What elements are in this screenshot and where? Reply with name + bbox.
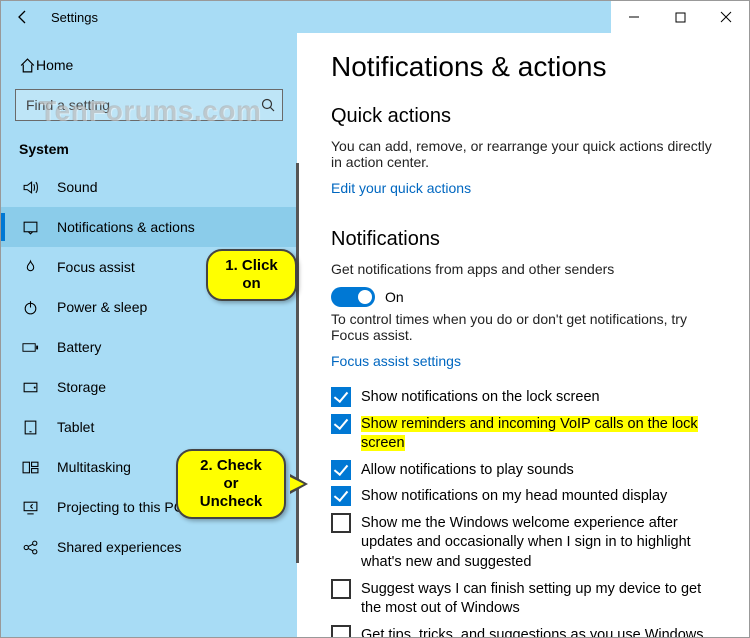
- sound-icon: [19, 179, 41, 196]
- checkbox-row: Show reminders and incoming VoIP calls o…: [331, 414, 725, 454]
- back-button[interactable]: [1, 1, 45, 33]
- notifications-toggle[interactable]: [331, 287, 375, 307]
- checkbox-label: Show notifications on the lock screen: [361, 387, 600, 408]
- sidebar-item-label: Focus assist: [57, 259, 135, 275]
- checkbox[interactable]: [331, 579, 351, 599]
- battery-icon: [19, 339, 41, 356]
- sidebar-item-shared-experiences[interactable]: Shared experiences: [1, 527, 297, 567]
- checkbox[interactable]: [331, 486, 351, 506]
- sidebar-item-label: Multitasking: [57, 459, 131, 475]
- sidebar-section: System: [1, 133, 297, 167]
- minimize-button[interactable]: [611, 1, 657, 33]
- sidebar-item-label: Tablet: [57, 419, 94, 435]
- projecting-icon: [19, 499, 41, 516]
- checkbox-row: Get tips, tricks, and suggestions as you…: [331, 625, 725, 637]
- sidebar-item-label: Power & sleep: [57, 299, 147, 315]
- checkbox-row: Suggest ways I can finish setting up my …: [331, 579, 725, 619]
- multitasking-icon: [19, 459, 41, 476]
- tablet-icon: [19, 419, 41, 436]
- search-icon: [260, 97, 276, 113]
- checkbox-row: Show notifications on my head mounted di…: [331, 486, 725, 507]
- checkbox-row: Show notifications on the lock screen: [331, 387, 725, 408]
- focus-assist-link[interactable]: Focus assist settings: [331, 353, 461, 369]
- page-title: Notifications & actions: [331, 51, 725, 83]
- sidebar-item-notifications-actions[interactable]: Notifications & actions: [1, 207, 297, 247]
- search-placeholder: Find a setting: [26, 97, 260, 113]
- checkbox[interactable]: [331, 387, 351, 407]
- sidebar-item-label: Battery: [57, 339, 101, 355]
- checkbox[interactable]: [331, 414, 351, 434]
- power-icon: [19, 299, 41, 316]
- window-title: Settings: [45, 10, 98, 25]
- checkbox-row: Show me the Windows welcome experience a…: [331, 513, 725, 573]
- sidebar-item-label: Storage: [57, 379, 106, 395]
- notifications-desc: Get notifications from apps and other se…: [331, 261, 725, 277]
- focus-note: To control times when you do or don't ge…: [331, 311, 725, 343]
- title-bar: Settings: [1, 1, 749, 33]
- annotation-step2: 2. Check or Uncheck: [176, 449, 286, 519]
- sidebar-item-battery[interactable]: Battery: [1, 327, 297, 367]
- quick-actions-heading: Quick actions: [331, 105, 725, 128]
- edit-quick-actions-link[interactable]: Edit your quick actions: [331, 180, 471, 196]
- checkbox-label: Show notifications on my head mounted di…: [361, 486, 667, 507]
- shared-icon: [19, 539, 41, 556]
- search-input[interactable]: Find a setting: [15, 89, 283, 121]
- storage-icon: [19, 379, 41, 396]
- focus-assist-icon: [19, 259, 41, 276]
- sidebar-item-sound[interactable]: Sound: [1, 167, 297, 207]
- close-button[interactable]: [703, 1, 749, 33]
- quick-actions-desc: You can add, remove, or rearrange your q…: [331, 138, 725, 170]
- checkbox[interactable]: [331, 625, 351, 637]
- sidebar-item-label: Shared experiences: [57, 539, 182, 555]
- notification-icon: [19, 219, 41, 236]
- sidebar-item-label: Sound: [57, 179, 97, 195]
- notifications-heading: Notifications: [331, 228, 725, 251]
- maximize-button[interactable]: [657, 1, 703, 33]
- sidebar-home-label: Home: [36, 57, 73, 73]
- checkbox-label: Show me the Windows welcome experience a…: [361, 513, 725, 573]
- sidebar-item-label: Notifications & actions: [57, 219, 195, 235]
- sidebar-item-label: Projecting to this PC: [57, 499, 184, 515]
- checkbox-label: Show reminders and incoming VoIP calls o…: [361, 414, 725, 454]
- notifications-toggle-label: On: [385, 289, 404, 305]
- sidebar: TenForums.com Home Find a setting System…: [1, 33, 297, 637]
- sidebar-home[interactable]: Home: [1, 45, 297, 85]
- annotation-step1: 1. Click on: [206, 249, 297, 301]
- sidebar-item-tablet[interactable]: Tablet: [1, 407, 297, 447]
- home-icon: [19, 57, 36, 74]
- sidebar-item-storage[interactable]: Storage: [1, 367, 297, 407]
- checkbox-row: Allow notifications to play sounds: [331, 460, 725, 481]
- content-pane: Notifications & actions Quick actions Yo…: [297, 33, 749, 637]
- checkbox-label: Suggest ways I can finish setting up my …: [361, 579, 725, 619]
- checkbox-label: Allow notifications to play sounds: [361, 460, 574, 481]
- checkbox[interactable]: [331, 460, 351, 480]
- checkbox-label: Get tips, tricks, and suggestions as you…: [361, 625, 704, 637]
- checkbox[interactable]: [331, 513, 351, 533]
